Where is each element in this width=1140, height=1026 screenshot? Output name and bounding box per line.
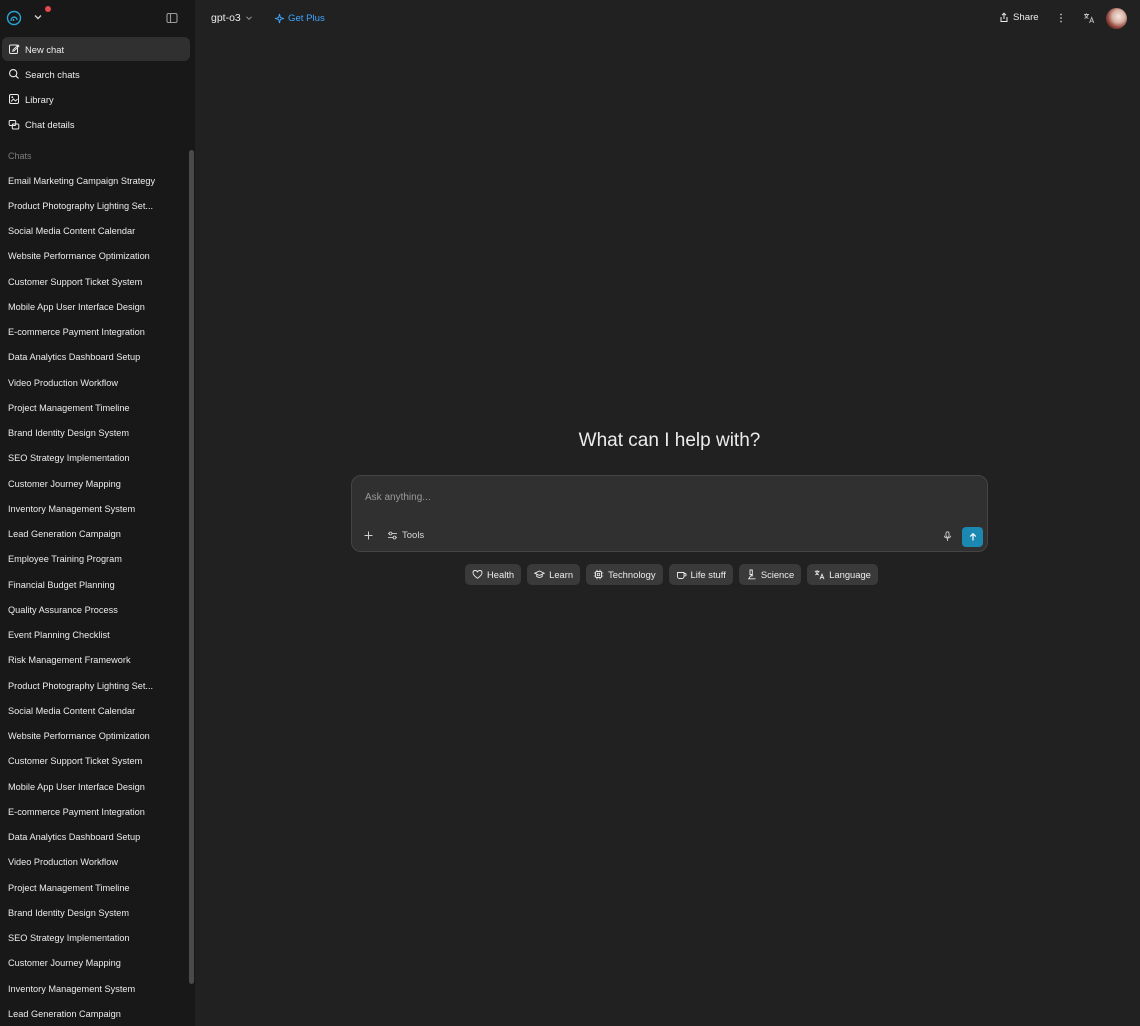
user-avatar[interactable] (1106, 8, 1127, 29)
chip-icon (593, 569, 604, 580)
share-label: Share (1013, 12, 1039, 23)
chat-details-label: Chat details (25, 119, 75, 131)
chip-label: Life stuff (690, 569, 726, 580)
chat-history-item[interactable]: Lead Generation Campaign (0, 522, 186, 547)
composer-box: Tools (351, 475, 988, 552)
edit-icon (8, 43, 20, 55)
chat-history-item[interactable]: Customer Journey Mapping (0, 471, 186, 496)
chip-health[interactable]: Health (465, 564, 522, 585)
translate-icon (814, 569, 825, 580)
chat-history-item[interactable]: Lead Generation Campaign (0, 1001, 186, 1026)
chat-history-item[interactable]: SEO Strategy Implementation (0, 926, 186, 951)
microphone-icon[interactable] (943, 531, 952, 542)
chip-technology[interactable]: Technology (586, 564, 663, 585)
chat-history-item[interactable]: Video Production Workflow (0, 370, 186, 395)
library-button[interactable]: Library (2, 87, 190, 111)
chat-history-item[interactable]: Website Performance Optimization (0, 724, 186, 749)
chat-history-item[interactable]: E-commerce Payment Integration (0, 799, 186, 824)
chip-label: Science (760, 569, 795, 580)
chat-history-list: Email Marketing Campaign Strategy Product… (0, 168, 186, 1026)
chat-history-item[interactable]: Mobile App User Interface Design (0, 774, 186, 799)
share-button[interactable]: Share (999, 12, 1039, 23)
sidebar-nav: New chat Search chats Library Chat detai… (2, 37, 190, 138)
chat-history-item[interactable]: Social Media Content Calendar (0, 219, 186, 244)
search-chats-label: Search chats (25, 68, 80, 80)
add-attachment-icon[interactable] (363, 530, 374, 541)
sparkle-icon (274, 13, 285, 24)
sliders-icon (387, 530, 398, 541)
chat-history-item[interactable]: Customer Support Ticket System (0, 269, 186, 294)
chat-history-item[interactable]: Quality Assurance Process (0, 597, 186, 622)
hero-heading: What can I help with? (578, 430, 761, 451)
coffee-cup-icon (676, 569, 687, 580)
new-chat-button[interactable]: New chat (2, 37, 190, 61)
send-button[interactable] (962, 527, 983, 547)
chat-history-item[interactable]: Brand Identity Design System (0, 900, 186, 925)
chip-label: Technology (608, 569, 656, 580)
chat-history-item[interactable]: Customer Journey Mapping (0, 951, 186, 976)
chat-history-item[interactable]: SEO Strategy Implementation (0, 446, 186, 471)
chat-history-item[interactable]: Inventory Management System (0, 496, 186, 521)
sidebar-toggle-icon[interactable] (165, 11, 179, 25)
chat-history-item[interactable]: Project Management Timeline (0, 875, 186, 900)
chip-label: Language (829, 569, 871, 580)
chat-history-item[interactable]: Risk Management Framework (0, 648, 186, 673)
arrow-up-icon (968, 532, 978, 542)
model-name: gpt-o3 (211, 12, 241, 24)
prompt-input[interactable] (363, 488, 967, 506)
chat-details-button[interactable]: Chat details (2, 113, 190, 137)
chip-label: Learn (549, 569, 574, 580)
graduation-cap-icon (534, 569, 546, 580)
notification-dot (45, 6, 51, 12)
sidebar: New chat Search chats Library Chat detai… (0, 0, 195, 1026)
library-icon (8, 93, 20, 105)
chat-history-item[interactable]: Inventory Management System (0, 976, 186, 1001)
more-options-icon[interactable] (1056, 11, 1066, 25)
chip-life-stuff[interactable]: Life stuff (668, 564, 733, 585)
new-chat-label: New chat (25, 43, 65, 55)
search-icon (8, 68, 20, 80)
chat-history-item[interactable]: Email Marketing Campaign Strategy (0, 168, 186, 193)
share-icon (999, 12, 1009, 23)
chat-history-item[interactable]: Product Photography Lighting Set... (0, 673, 186, 698)
chip-learn[interactable]: Learn (527, 564, 581, 585)
heart-icon (472, 569, 483, 580)
chat-history-item[interactable]: Data Analytics Dashboard Setup (0, 345, 186, 370)
tools-label: Tools (402, 530, 425, 541)
library-label: Library (25, 93, 54, 105)
chat-history-item[interactable]: Project Management Timeline (0, 395, 186, 420)
top-header: gpt-o3 Get Plus Share (196, 0, 1140, 36)
chat-history-item[interactable]: Social Media Content Calendar (0, 698, 186, 723)
suggestion-chips: Health Learn Technology Life stuff Scien… (465, 564, 878, 585)
search-chats-button[interactable]: Search chats (2, 62, 190, 86)
chip-label: Health (487, 569, 515, 580)
chat-history-item[interactable]: E-commerce Payment Integration (0, 320, 186, 345)
model-selector[interactable]: gpt-o3 (211, 12, 253, 24)
sidebar-top-bar (0, 0, 195, 36)
chip-language[interactable]: Language (807, 564, 878, 585)
chat-history-item[interactable]: Customer Support Ticket System (0, 749, 186, 774)
app-logo-icon[interactable] (6, 10, 22, 26)
tools-button[interactable]: Tools (387, 530, 424, 541)
chevron-down-icon (245, 14, 253, 22)
chip-science[interactable]: Science (738, 564, 802, 585)
chat-history-item[interactable]: Event Planning Checklist (0, 623, 186, 648)
chat-history-item[interactable]: Financial Budget Planning (0, 572, 186, 597)
chat-history-item[interactable]: Product Photography Lighting Set... (0, 193, 186, 218)
chats-section-label: Chats (8, 151, 32, 161)
microscope-icon (746, 569, 757, 580)
translate-icon[interactable] (1083, 12, 1095, 24)
get-plus-button[interactable]: Get Plus (274, 13, 325, 24)
get-plus-label: Get Plus (288, 13, 325, 24)
chat-history-item[interactable]: Employee Training Program (0, 547, 186, 572)
chevron-down-icon[interactable] (32, 11, 44, 23)
chat-details-icon (8, 119, 20, 131)
chat-history-item[interactable]: Mobile App User Interface Design (0, 294, 186, 319)
chat-history-item[interactable]: Website Performance Optimization (0, 244, 186, 269)
sidebar-scrollbar[interactable] (189, 150, 194, 984)
chat-history-item[interactable]: Data Analytics Dashboard Setup (0, 825, 186, 850)
chat-history-item[interactable]: Video Production Workflow (0, 850, 186, 875)
chat-history-item[interactable]: Brand Identity Design System (0, 421, 186, 446)
